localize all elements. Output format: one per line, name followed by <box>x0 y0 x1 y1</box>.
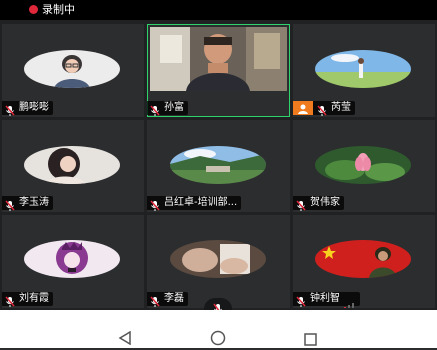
avatar <box>315 146 411 184</box>
recording-dot-icon <box>29 5 38 14</box>
system-nav-bar <box>0 310 437 348</box>
avatar <box>315 240 411 278</box>
name-bar: 钟利智 <box>293 292 360 308</box>
avatar <box>315 50 411 88</box>
participant-grid: 鹏嘭嘭 孙富 芮莹 李玉涛 吕红卓-培训部... 贺伟家 刘有霞 李磊 钟利智 <box>0 20 437 310</box>
name-bar: 贺伟家 <box>293 196 344 211</box>
mic-muted-icon <box>150 102 160 116</box>
mic-muted-icon <box>296 293 306 307</box>
participant-name: 李玉涛 <box>19 197 49 208</box>
participant-tile[interactable]: 芮莹 <box>293 24 435 117</box>
participant-tile[interactable]: 鹏嘭嘭 <box>2 24 144 117</box>
home-circle-icon[interactable] <box>210 330 226 346</box>
participant-tile-active[interactable]: 孙富 <box>147 24 290 117</box>
participant-tile[interactable]: 刘有霞 <box>2 215 144 308</box>
recents-square-icon[interactable] <box>304 331 317 346</box>
mic-muted-icon <box>150 197 160 211</box>
avatar <box>24 146 120 184</box>
signal-strength-icon <box>344 295 356 308</box>
participant-name: 贺伟家 <box>310 197 340 208</box>
mic-muted-icon <box>296 197 306 211</box>
name-bar: 鹏嘭嘭 <box>2 101 53 116</box>
participant-tile[interactable]: 李磊 <box>147 215 290 308</box>
participant-name: 李磊 <box>164 293 184 304</box>
recording-label: 录制中 <box>42 3 75 16</box>
participant-name: 吕红卓-培训部... <box>164 197 238 208</box>
participant-tile[interactable]: 钟利智 <box>293 215 435 308</box>
name-bar: 李玉涛 <box>2 196 53 211</box>
name-bar: 刘有霞 <box>2 292 53 307</box>
video-feed <box>150 27 287 91</box>
name-bar: 芮莹 <box>293 101 355 116</box>
name-bar: 孙富 <box>147 101 188 116</box>
participant-name: 鹏嘭嘭 <box>19 102 49 113</box>
participant-name: 刘有霞 <box>19 293 49 304</box>
mic-muted-icon <box>317 102 327 116</box>
participant-tile[interactable]: 贺伟家 <box>293 120 435 212</box>
participant-name: 钟利智 <box>310 293 340 304</box>
mic-muted-icon <box>5 102 15 116</box>
status-bar: 录制中 <box>0 0 437 20</box>
name-bar: 吕红卓-培训部... <box>147 196 242 211</box>
participant-tile[interactable]: 吕红卓-培训部... <box>147 120 290 212</box>
participant-name: 芮莹 <box>331 102 351 113</box>
avatar <box>24 50 120 88</box>
host-badge-icon <box>293 101 313 115</box>
mic-muted-icon <box>5 197 15 211</box>
participant-tile[interactable]: 李玉涛 <box>2 120 144 212</box>
mic-muted-icon <box>150 293 160 307</box>
back-triangle-icon[interactable] <box>118 330 132 346</box>
avatar <box>170 240 266 278</box>
mic-muted-icon <box>5 293 15 307</box>
participant-name: 孙富 <box>164 102 184 113</box>
name-bar: 李磊 <box>147 292 188 307</box>
avatar <box>24 240 120 278</box>
avatar <box>170 146 266 184</box>
